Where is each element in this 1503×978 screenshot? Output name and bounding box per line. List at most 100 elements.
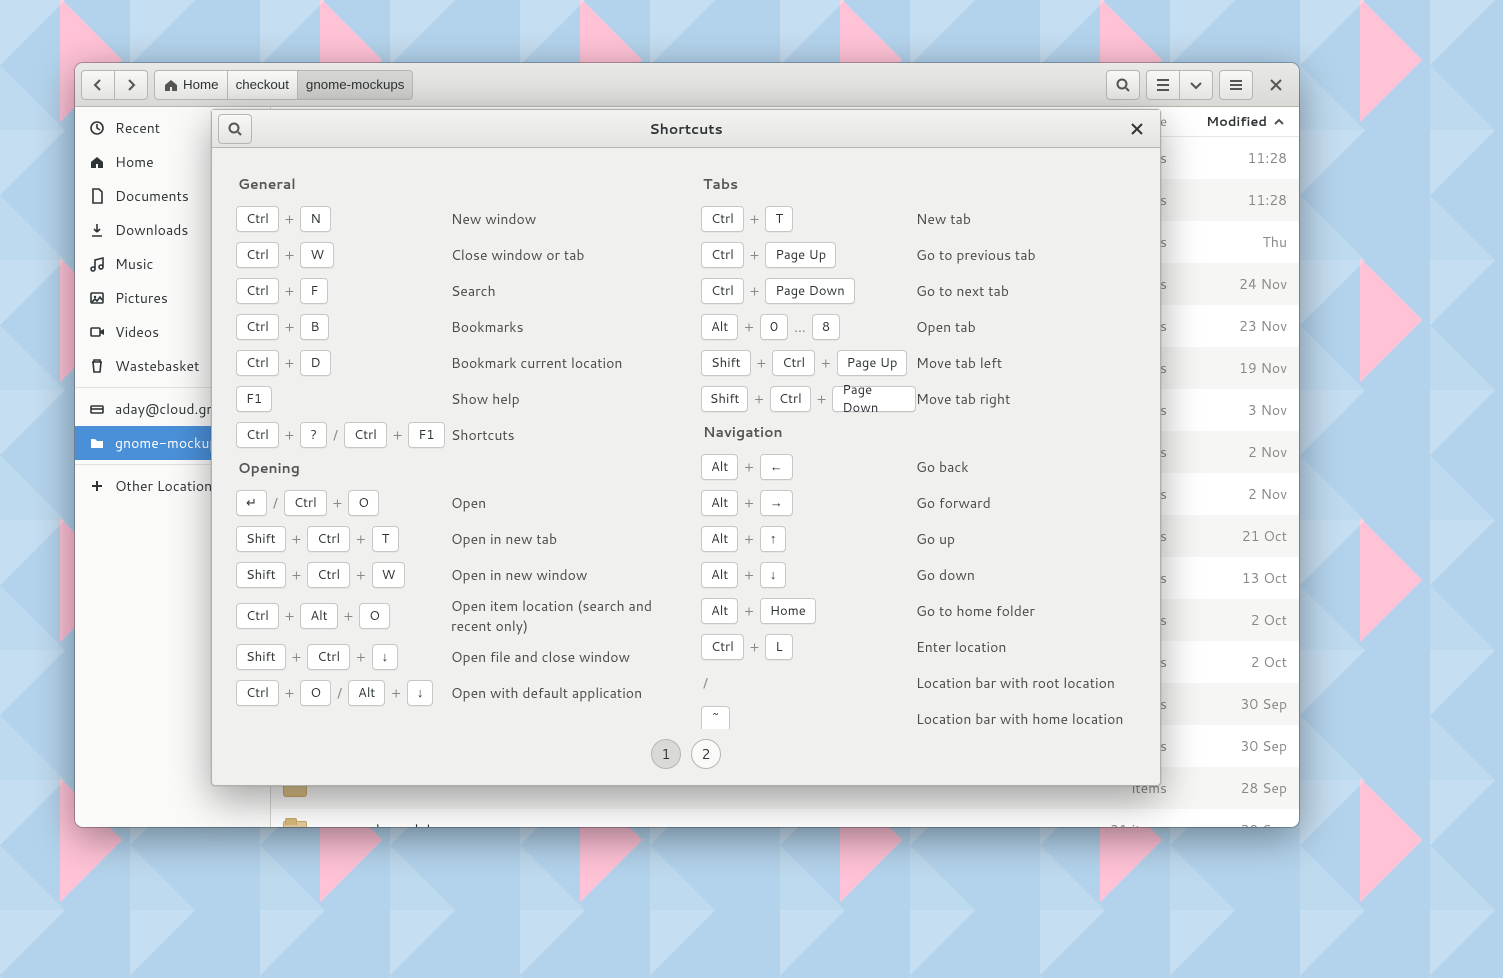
file-modified: 19 Nov (1187, 358, 1287, 378)
col-modified[interactable]: Modified (1187, 113, 1287, 131)
dialog-pager: 12 (212, 729, 1160, 785)
close-icon (1268, 77, 1284, 93)
path-checkout[interactable]: checkout (228, 70, 298, 100)
shortcut-description: Bookmarks (451, 317, 671, 337)
keycap: Ctrl (307, 644, 350, 670)
file-modified: 28 Sep (1187, 820, 1287, 827)
file-modified: 13 Oct (1187, 568, 1287, 588)
plus-separator: + (748, 245, 762, 265)
keycap: Ctrl (701, 242, 744, 268)
keycap: W (300, 242, 334, 268)
shortcut-row: Ctrl+NNew window (236, 204, 671, 234)
keycap: Ctrl (701, 206, 744, 232)
cloud-icon (89, 401, 105, 417)
shortcut-description: Open in new window (451, 565, 671, 585)
search-icon (1115, 77, 1131, 93)
shortcut-description: Show help (451, 389, 671, 409)
shortcut-row: / Location bar with root location (701, 668, 1136, 698)
shortcut-description: Go to previous tab (916, 245, 1136, 265)
clock-icon (89, 120, 105, 136)
keycap: F1 (408, 422, 444, 448)
path-home-label: Home (183, 77, 219, 92)
plus-separator: + (819, 353, 833, 373)
shortcut-description: Move tab left (916, 353, 1136, 373)
keycap: Ctrl (284, 490, 327, 516)
page-1-button[interactable]: 1 (651, 739, 681, 769)
keycap: Ctrl (236, 206, 279, 232)
table-row[interactable]: passwords-and-keys31 items28 Sep (271, 809, 1299, 827)
plus-separator: + (283, 683, 297, 703)
plus-separator: + (354, 565, 368, 585)
shortcut-row: Alt+↓Go down (701, 560, 1136, 590)
shortcut-description: Location bar with root location (916, 673, 1136, 693)
shortcut-description: New tab (916, 209, 1136, 229)
view-options-button[interactable] (1180, 70, 1213, 100)
plus-separator: + (748, 281, 762, 301)
chevron-down-icon (1188, 77, 1204, 93)
keycap: Shift (236, 644, 286, 670)
section-title: Opening (238, 458, 671, 478)
dialog-search-button[interactable] (218, 114, 252, 144)
sidebar-item-label: Other Locations (115, 476, 219, 496)
shortcut-description: Move tab right (916, 389, 1136, 409)
shortcut-row: ↵/Ctrl+OOpen (236, 488, 671, 518)
file-modified: 11:28 (1187, 190, 1287, 210)
file-modified: 2 Oct (1187, 652, 1287, 672)
dialog-close-button[interactable] (1120, 114, 1154, 144)
down-icon (89, 222, 105, 238)
keycap: Page Up (765, 242, 836, 268)
shortcut-row: Alt+HomeGo to home folder (701, 596, 1136, 626)
path-current-label: gnome-mockups (306, 77, 405, 92)
section-title: General (238, 174, 671, 194)
page-2-button[interactable]: 2 (691, 739, 721, 769)
path-current[interactable]: gnome-mockups (298, 70, 414, 100)
file-modified: 2 Oct (1187, 610, 1287, 630)
shortcut-description: Go to home folder (916, 601, 1136, 621)
headerbar: Home checkout gnome-mockups (75, 63, 1299, 107)
file-size: 31 items (1047, 820, 1167, 827)
shortcut-description: Open item location (search and recent on… (451, 596, 671, 636)
keycap: Alt (701, 314, 738, 340)
or-separator: / (701, 673, 710, 693)
range-separator: … (792, 317, 808, 337)
sidebar-item-label: Videos (115, 322, 159, 342)
keycap: Shift (236, 562, 286, 588)
forward-button[interactable] (115, 70, 148, 100)
plus-icon (89, 478, 105, 494)
shortcut-description: Enter location (916, 637, 1136, 657)
keycap: ~ (701, 706, 730, 729)
list-view-button[interactable] (1146, 70, 1180, 100)
keycap: N (300, 206, 331, 232)
file-modified: Thu (1187, 232, 1287, 252)
home-icon (89, 154, 105, 170)
shortcut-description: Open tab (916, 317, 1136, 337)
close-window-button[interactable] (1259, 70, 1293, 100)
sidebar-item-label: Downloads (115, 220, 188, 240)
hamburger-menu-button[interactable] (1219, 70, 1253, 100)
keycap: Alt (701, 598, 738, 624)
shortcut-row: Alt+←Go back (701, 452, 1136, 482)
sidebar-item-label: Wastebasket (115, 356, 199, 376)
plus-separator: + (742, 565, 756, 585)
keycap: W (372, 562, 406, 588)
path-home[interactable]: Home (154, 70, 228, 100)
keycap: Alt (701, 490, 738, 516)
home-icon (163, 77, 179, 93)
keycap: Page Down (765, 278, 854, 304)
shortcut-description: Open in new tab (451, 529, 671, 549)
plus-separator: + (283, 245, 297, 265)
back-button[interactable] (81, 70, 115, 100)
shortcut-description: Open with default application (451, 683, 671, 703)
plus-separator: + (354, 529, 368, 549)
keycap: Ctrl (236, 278, 279, 304)
shortcut-description: Open file and close window (451, 647, 671, 667)
keycap: Ctrl (772, 350, 815, 376)
shortcut-row: Shift+Ctrl+TOpen in new tab (236, 524, 671, 554)
keycap: Ctrl (307, 526, 350, 552)
list-icon (1155, 77, 1171, 93)
keycap: Ctrl (236, 422, 279, 448)
close-icon (1129, 121, 1145, 137)
keycap: ? (300, 422, 327, 448)
search-button[interactable] (1106, 70, 1140, 100)
plus-separator: + (283, 606, 297, 626)
